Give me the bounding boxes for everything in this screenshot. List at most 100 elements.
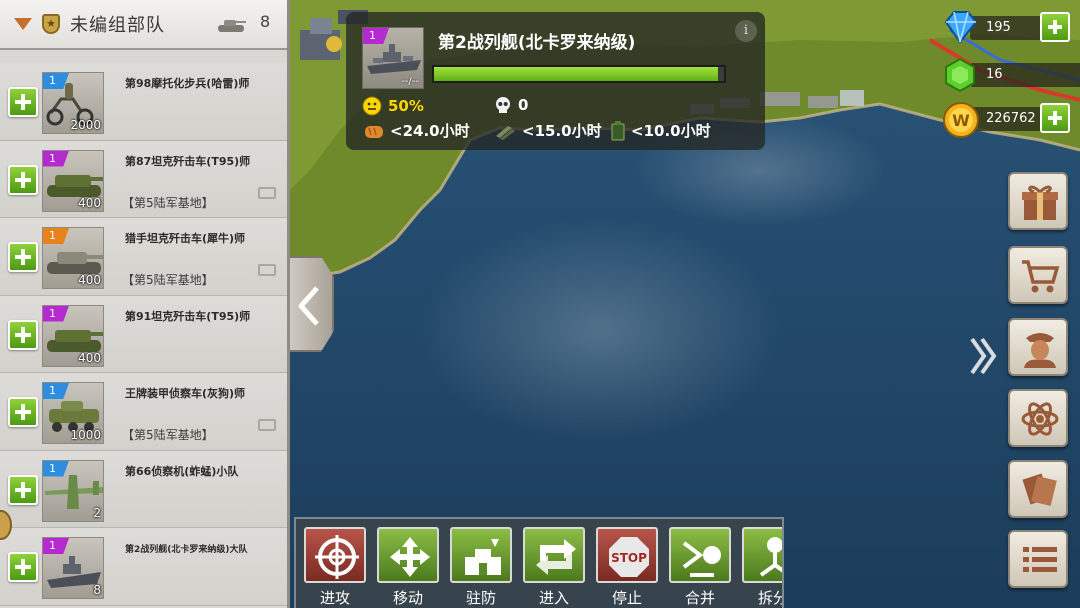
- add-unit-button[interactable]: [8, 87, 38, 117]
- unit-thumbnail[interactable]: 1 --/--: [362, 27, 424, 89]
- svg-text:STOP: STOP: [611, 551, 647, 565]
- bread-icon: [365, 125, 383, 138]
- menu-list-button[interactable]: [1008, 530, 1068, 588]
- info-button[interactable]: i: [735, 20, 757, 42]
- unit-title: 第2战列舰(北卡罗来纳级): [438, 33, 636, 53]
- panel-header[interactable]: ★ 未编组部队 8: [0, 0, 287, 50]
- chevron-left-icon: [298, 286, 319, 326]
- gift-button[interactable]: [1008, 172, 1068, 230]
- svg-text:W: W: [952, 111, 970, 130]
- locate-icon[interactable]: [258, 264, 276, 276]
- ammo-value: <15.0小时: [522, 122, 602, 140]
- unit-base: 【第5陆军基地】: [122, 273, 214, 287]
- unit-list-item[interactable]: 1 2 第66侦察机(蚱蜢)小队: [0, 450, 287, 528]
- add-unit-button[interactable]: [8, 397, 38, 427]
- action-label: 停止: [611, 589, 642, 607]
- unit-name: 第91坦克歼击车(T95)师: [125, 309, 251, 323]
- unit-name: 第66侦察机(蚱蜢)小队: [125, 464, 239, 478]
- add-unit-button[interactable]: [8, 242, 38, 272]
- action-label: 合并: [684, 589, 715, 607]
- stop-sign-action-button[interactable]: STOP 停止: [596, 527, 658, 607]
- unit-thumbnail[interactable]: 1 400: [42, 304, 104, 367]
- target-action-button[interactable]: 进攻: [304, 527, 366, 607]
- action-icon-box: [304, 527, 366, 583]
- unit-thumbnail[interactable]: 18: [42, 537, 104, 599]
- buy-diamonds-button[interactable]: [1040, 12, 1070, 42]
- unit-list-item[interactable]: 1 8 第2战列舰(北卡罗来纳级)大队: [0, 528, 287, 606]
- action-label: 驻防: [465, 589, 496, 607]
- unit-count: 8: [260, 12, 271, 31]
- unit-name: 王牌装甲侦察车(灰狗)师: [125, 387, 246, 400]
- fortify-icon: [465, 539, 501, 575]
- buy-gold-button[interactable]: [1040, 103, 1070, 133]
- add-unit-button[interactable]: [8, 319, 38, 350]
- unit-list-item[interactable]: 1 400 第87坦克歼击车(T95)师 【第5陆军基地】: [0, 140, 287, 218]
- merge-action-button[interactable]: 合并: [669, 527, 731, 607]
- split-icon: [759, 537, 782, 577]
- gold-value: 226762: [986, 111, 1036, 126]
- tank-icon: [218, 20, 246, 32]
- cart-icon: [1022, 260, 1060, 293]
- unit-thumbnail[interactable]: 1 400: [42, 149, 104, 212]
- collapse-triangle-icon[interactable]: [14, 18, 32, 30]
- unit-list-item[interactable]: 1 2000 第98摩托化步兵(哈雷)师: [0, 63, 287, 141]
- food-stat: <24.0小时: [364, 120, 470, 141]
- smiley-icon: [362, 96, 382, 116]
- ammo-stat: <15.0小时: [494, 120, 602, 141]
- add-unit-button[interactable]: [8, 164, 38, 195]
- hp-text: --/--: [401, 76, 419, 87]
- shop-button[interactable]: [1008, 246, 1068, 304]
- unit-base: 【第5陆军基地】: [122, 428, 214, 442]
- unit-strength: 400: [78, 350, 101, 365]
- panel-title: 未编组部队: [70, 15, 165, 36]
- fuel-stat: <10.0小时: [611, 120, 711, 141]
- unit-strength: 2000: [70, 118, 101, 132]
- add-unit-button[interactable]: [8, 552, 38, 582]
- unit-strength: 1000: [70, 428, 101, 442]
- action-icon-box: STOP: [596, 527, 658, 583]
- hp-bar: [432, 65, 726, 83]
- move-arrows-icon: [390, 537, 430, 577]
- fuel-value: <10.0小时: [631, 122, 711, 140]
- unit-info-popup: 1 --/-- 第2战列舰(北卡罗来纳级) i 50% 0 <24.0小时 <1…: [346, 12, 765, 150]
- morale-value: 50%: [388, 97, 424, 115]
- action-icon-box: [523, 527, 585, 583]
- action-label: 进入: [538, 589, 569, 607]
- unit-list-item[interactable]: 1 1000 王牌装甲侦察车(灰狗)师 【第5陆军基地】: [0, 373, 287, 451]
- unit-list-item[interactable]: 1 400 第91坦克歼击车(T95)师: [0, 295, 287, 373]
- unit-thumbnail[interactable]: 1 1000: [42, 382, 104, 444]
- morale-stat: 50%: [362, 96, 424, 116]
- expand-menu-icon[interactable]: [968, 337, 1000, 375]
- unit-list: 1 2000 第98摩托化步兵(哈雷)师 1 400 第87坦克歼击车(T95)师 【第5陆…: [0, 63, 287, 606]
- unit-strength: 2: [93, 505, 101, 520]
- action-icon-box: [450, 527, 512, 583]
- diamond-icon: [944, 11, 978, 44]
- unit-list-item[interactable]: 1 400 猎手坦克歼击车(犀牛)师 【第5陆军基地】: [0, 218, 287, 296]
- locate-icon[interactable]: [258, 186, 276, 199]
- unit-thumbnail[interactable]: 1 400: [42, 227, 104, 289]
- split-action-button[interactable]: 拆分: [742, 527, 782, 607]
- move-arrows-action-button[interactable]: 移动: [377, 527, 439, 607]
- gem-value: 16: [986, 67, 1003, 82]
- merge-icon: [682, 541, 721, 577]
- fortify-action-button[interactable]: 驻防: [450, 527, 512, 607]
- unit-name: 第98摩托化步兵(哈雷)师: [125, 77, 250, 90]
- unit-base: 【第5陆军基地】: [122, 195, 214, 210]
- stop-sign-icon: STOP: [609, 537, 649, 577]
- add-unit-button[interactable]: [8, 474, 38, 505]
- skull-icon: [496, 97, 510, 113]
- officer-button[interactable]: [1008, 318, 1068, 376]
- collapse-panel-button[interactable]: [290, 256, 334, 352]
- hp-bar-fill: [434, 67, 719, 81]
- fuel-can-icon: [611, 120, 625, 140]
- unit-strength: 8: [93, 583, 101, 597]
- kills-stat: 0: [494, 96, 528, 114]
- unit-thumbnail[interactable]: 1 2000: [42, 72, 104, 134]
- cards-button[interactable]: [1008, 460, 1068, 518]
- unit-strength: 400: [78, 195, 101, 210]
- enter-action-button[interactable]: 进入: [523, 527, 585, 607]
- atom-icon: [1021, 402, 1059, 436]
- research-button[interactable]: [1008, 389, 1068, 447]
- locate-icon[interactable]: [258, 419, 276, 431]
- unit-thumbnail[interactable]: 12: [42, 459, 104, 522]
